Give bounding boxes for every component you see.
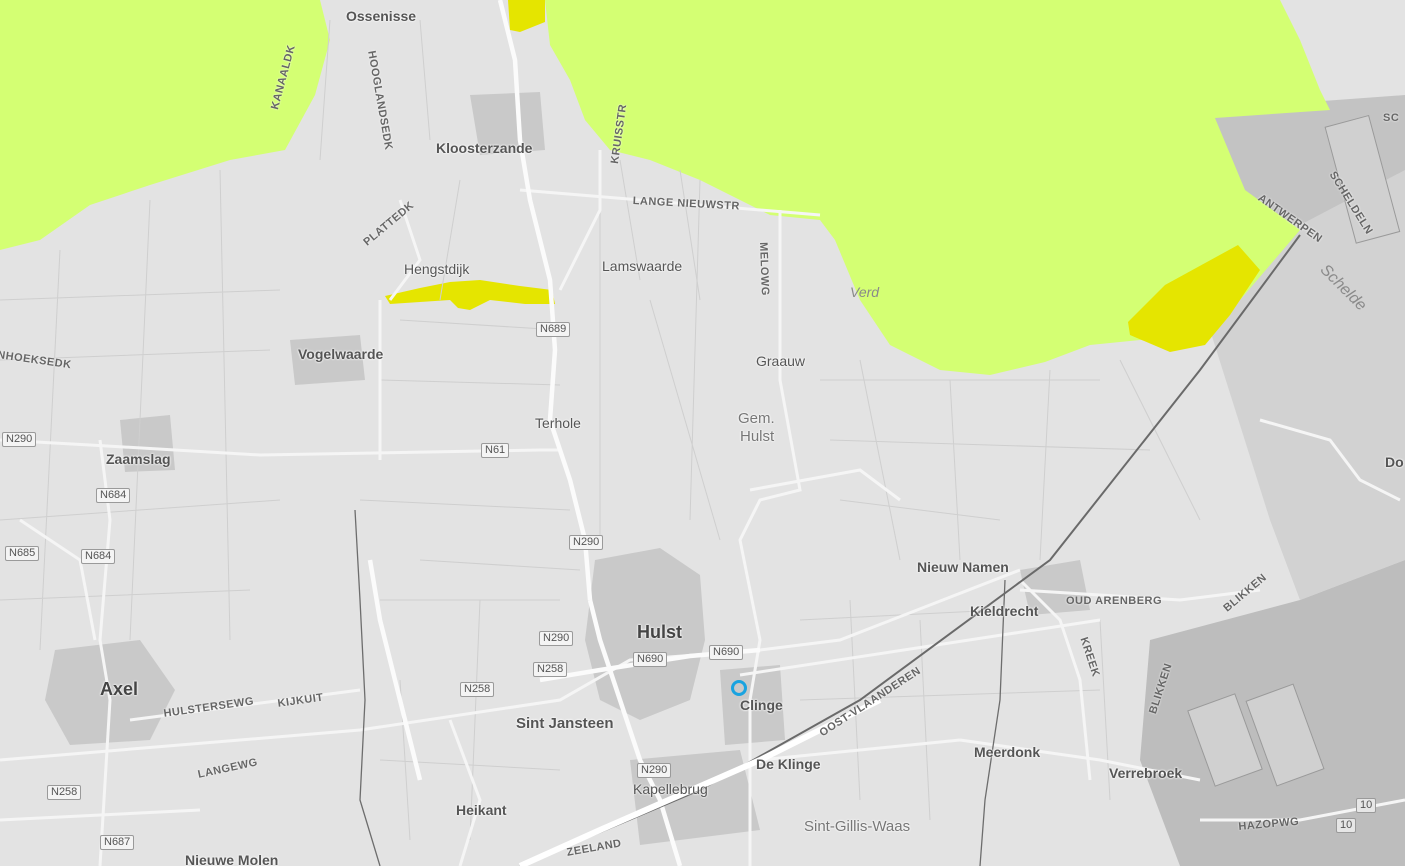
place-label-axel: Axel: [100, 679, 139, 699]
place-label-hengstdijk: Hengstdijk: [404, 261, 470, 277]
map-canvas[interactable]: Ossenisse Kloosterzande Hengstdijk Lamsw…: [0, 0, 1405, 866]
road-shield-n258-a: N258: [533, 662, 568, 677]
road-shield-n684-b: N684: [81, 549, 116, 564]
road-shield-n290-south: N290: [637, 763, 672, 778]
place-label-gem: Gem.: [738, 410, 775, 427]
road-shield-n690-a: N690: [633, 652, 668, 667]
road-label-melowg: MELOWG: [757, 241, 771, 297]
road-shield-n290-west: N290: [2, 432, 37, 447]
place-label-de-klinge: De Klinge: [756, 756, 821, 772]
place-label-verrebroek: Verrebroek: [1109, 765, 1183, 781]
road-shield-a10-south: 10: [1336, 818, 1357, 833]
place-label-hulst: Hulst: [637, 622, 682, 642]
road-shield-n61: N61: [481, 443, 510, 458]
road-label-sc: SC: [1383, 112, 1400, 124]
place-label-graauw: Graauw: [756, 353, 806, 369]
water-label-verd: Verd: [850, 284, 880, 300]
place-label-terhole: Terhole: [535, 415, 581, 431]
road-shield-n258-b: N258: [460, 682, 495, 697]
place-label-kieldrecht: Kieldrecht: [970, 603, 1039, 619]
place-label-do: Do: [1385, 454, 1404, 470]
location-marker-icon[interactable]: [731, 680, 747, 696]
road-shield-n258-c: N258: [47, 785, 82, 800]
place-label-lamswaarde: Lamswaarde: [602, 258, 683, 274]
place-label-vogelwaarde: Vogelwaarde: [298, 346, 384, 362]
place-label-gem-hulst: Hulst: [740, 428, 775, 445]
place-label-kloosterzande: Kloosterzande: [436, 140, 533, 156]
place-label-nieuw-namen: Nieuw Namen: [917, 559, 1009, 575]
place-label-sint-gillis-waas: Sint-Gillis-Waas: [804, 818, 911, 835]
road-shield-n687: N687: [100, 835, 135, 850]
road-shield-n689: N689: [536, 322, 571, 337]
road-shield-n290-hulst: N290: [539, 631, 574, 646]
place-label-zaamslag: Zaamslag: [106, 451, 171, 467]
place-label-heikant: Heikant: [456, 802, 507, 818]
road-shield-a10-north: 10: [1356, 798, 1377, 813]
road-shield-n685: N685: [5, 546, 40, 561]
place-label-clinge: Clinge: [740, 697, 783, 713]
place-label-ossenisse: Ossenisse: [346, 8, 417, 24]
road-shield-n684-a: N684: [96, 488, 131, 503]
place-label-kapellebrug: Kapellebrug: [633, 781, 708, 797]
road-shield-n690-b: N690: [709, 645, 744, 660]
place-label-sint-jansteen: Sint Jansteen: [516, 715, 614, 732]
place-label-nieuwe-molen: Nieuwe Molen: [185, 852, 279, 866]
map-base-layer: [0, 0, 1405, 866]
place-label-meerdonk: Meerdonk: [974, 744, 1041, 760]
road-label-oud-arenberg: OUD ARENBERG: [1066, 595, 1163, 607]
road-shield-n290-center: N290: [569, 535, 604, 550]
